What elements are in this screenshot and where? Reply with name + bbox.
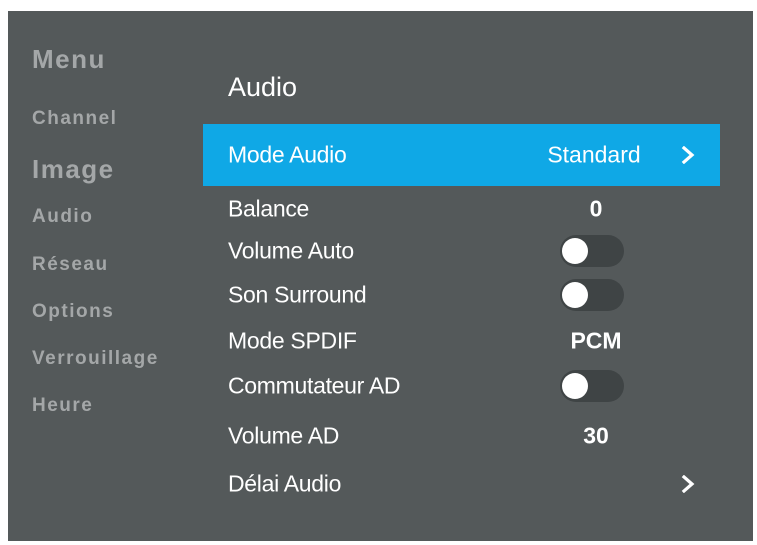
menu-row-balance[interactable]: Balance 0 [203,187,720,231]
chevron-right-icon [681,146,695,164]
toggle-knob-icon [562,373,588,399]
row-label: Mode Audio [228,141,347,168]
sidebar-item-reseau[interactable]: Réseau [32,254,109,276]
sidebar-item-channel[interactable]: Channel [32,108,117,130]
menu-row-volume-ad[interactable]: Volume AD 30 [203,414,720,458]
row-label: Mode SPDIF [228,327,357,354]
row-label: Volume Auto [228,237,354,264]
row-label: Balance [228,195,310,222]
row-label: Son Surround [228,281,367,308]
menu-row-son-surround[interactable]: Son Surround [203,273,720,317]
commutateur-ad-toggle[interactable] [560,370,624,402]
sidebar-item-audio[interactable]: Audio [32,206,93,228]
toggle-knob-icon [562,282,588,308]
sidebar-item-image[interactable]: Image [32,154,115,185]
menu-row-mode-audio[interactable]: Mode Audio Standard [203,124,720,186]
row-value: Standard [547,141,641,168]
sidebar-item-verrouillage[interactable]: Verrouillage [32,348,159,370]
row-label: Volume AD [228,422,340,449]
menu-row-mode-spdif[interactable]: Mode SPDIF PCM [203,319,720,363]
row-label: Commutateur AD [228,372,401,399]
tv-menu-screen: Menu Channel Image Audio Réseau Options … [8,11,753,541]
menu-row-delai-audio[interactable]: Délai Audio [203,462,720,506]
menu-row-commutateur-ad[interactable]: Commutateur AD [203,364,720,408]
section-title: Audio [228,72,298,102]
toggle-knob-icon [562,238,588,264]
menu-row-volume-auto[interactable]: Volume Auto [203,229,720,273]
sidebar-item-options[interactable]: Options [32,301,114,323]
chevron-right-icon [681,475,695,493]
row-value: 30 [583,422,609,449]
row-value: PCM [570,327,622,354]
sidebar-item-heure[interactable]: Heure [32,395,93,417]
row-label: Délai Audio [228,470,342,497]
volume-auto-toggle[interactable] [560,235,624,267]
menu-title: Menu [32,44,106,74]
son-surround-toggle[interactable] [560,279,624,311]
row-value: 0 [589,195,603,222]
